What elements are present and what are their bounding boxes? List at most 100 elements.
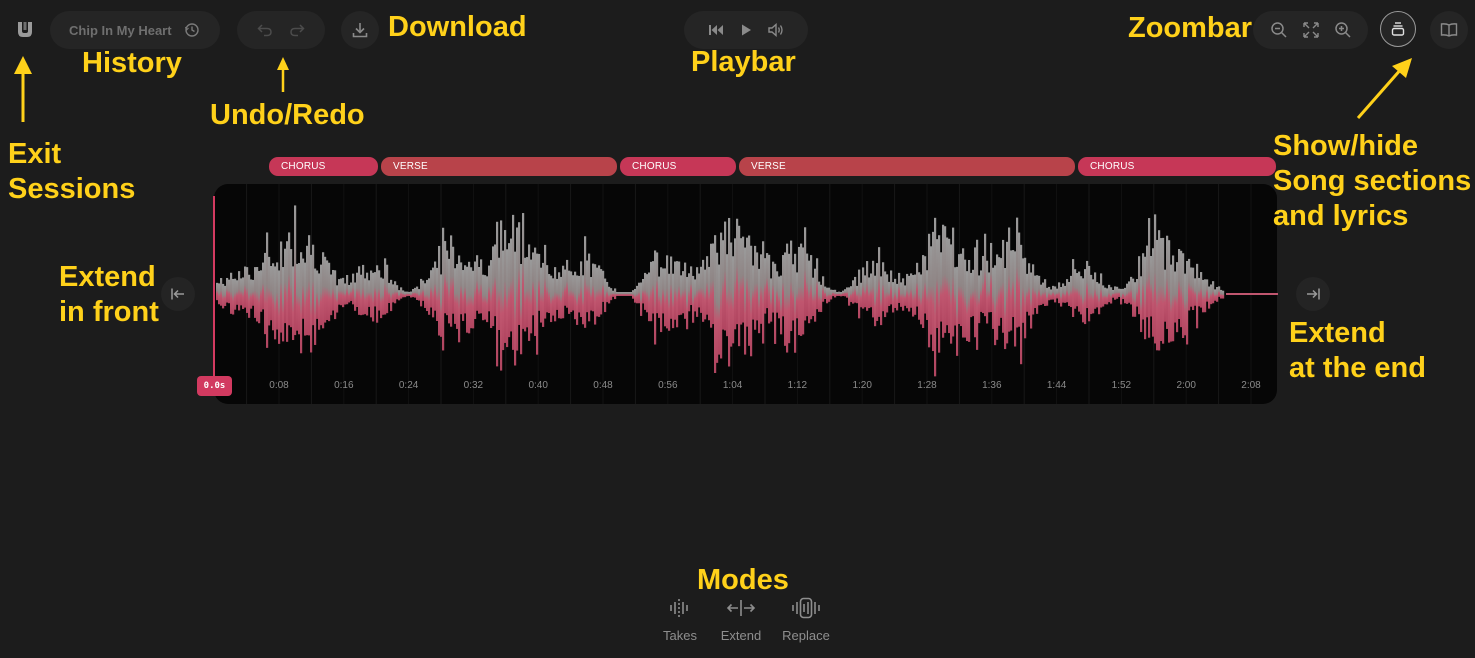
section-chip[interactable]: CHORUS [620, 157, 736, 176]
time-tick-label: 0:08 [269, 380, 289, 391]
waveform-sample [376, 265, 379, 323]
sections-toggle-button[interactable] [1380, 11, 1416, 47]
waveform-sample [960, 253, 963, 327]
waveform-sample [1094, 272, 1097, 309]
waveform-sample [1186, 260, 1189, 345]
skip-back-icon[interactable] [708, 23, 724, 37]
waveform-sample [1102, 285, 1105, 307]
exit-sessions-logo[interactable] [14, 19, 36, 41]
waveform-sample [298, 263, 301, 335]
waveform-sample [552, 278, 555, 316]
waveform-sample [364, 278, 367, 315]
zoom-in-icon[interactable] [1334, 21, 1352, 39]
waveform-sample [544, 244, 547, 319]
waveform-sample [1036, 275, 1039, 314]
extend-end-button[interactable] [1296, 277, 1330, 311]
waveform-panel[interactable]: 0:08 0:16 0:24 0:32 0:40 0:48 0:56 1:04 1:12 1:20… [214, 184, 1277, 404]
waveform-sample [1088, 265, 1091, 322]
waveform-sample [624, 292, 627, 296]
waveform-sample [390, 279, 393, 312]
play-icon[interactable] [740, 23, 752, 37]
waveform-sample [492, 246, 495, 327]
mode-extend[interactable]: Extend [715, 597, 767, 643]
annotation-history: History [82, 47, 182, 79]
waveform-sample [278, 270, 281, 344]
waveform-sample [952, 227, 955, 337]
waveform-sample [1002, 239, 1005, 333]
waveform-sample [230, 272, 233, 314]
waveform-sample [1150, 255, 1153, 317]
playhead-badge[interactable]: 0.0s [197, 376, 232, 396]
waveform-sample [420, 278, 423, 307]
waveform-sample [1024, 257, 1027, 339]
waveform-sample [660, 267, 663, 333]
waveform-sample [870, 273, 873, 308]
redo-icon[interactable] [288, 21, 306, 39]
waveform-sample [306, 245, 309, 336]
annotation-extend-end: Extend at the end [1289, 317, 1426, 384]
volume-icon[interactable] [768, 23, 784, 37]
waveform-sample [568, 270, 571, 314]
waveform-sample [392, 284, 395, 303]
waveform-sample [1058, 282, 1061, 304]
waveform-sample [820, 284, 823, 313]
waveform-sample [736, 218, 739, 325]
waveform-sample [216, 282, 219, 301]
waveform-sample [1196, 263, 1199, 329]
waveform-sample [348, 284, 351, 303]
waveform-sample [490, 260, 493, 329]
playhead-line[interactable] [213, 196, 215, 382]
extend-front-button[interactable] [161, 277, 195, 311]
undo-icon[interactable] [256, 21, 274, 39]
time-tick-label: 0:16 [334, 380, 354, 391]
waveform-sample [272, 263, 275, 331]
waveform-sample [990, 242, 993, 313]
waveform-sample [710, 243, 713, 328]
zoom-out-icon[interactable] [1270, 21, 1288, 39]
lyrics-book-button[interactable] [1430, 11, 1468, 49]
waveform-sample [680, 275, 683, 315]
waveform-sample [636, 285, 639, 304]
waveform-sample [404, 291, 407, 298]
waveform-sample [360, 274, 363, 316]
download-button[interactable] [341, 11, 379, 49]
waveform-sample [978, 275, 981, 324]
section-label: CHORUS [281, 161, 326, 172]
history-pill[interactable]: Chip In My Heart [50, 11, 220, 49]
waveform-sample [1082, 278, 1085, 323]
waveform-sample [948, 238, 951, 334]
waveform-sample [286, 241, 289, 342]
time-tick-label: 1:52 [1111, 380, 1132, 391]
waveform-sample [834, 289, 837, 298]
section-chip[interactable]: VERSE [739, 157, 1075, 176]
mode-label: Extend [720, 628, 762, 643]
waveform-sample [1214, 289, 1217, 301]
waveform-sample [1008, 227, 1011, 332]
waveform-sample [804, 227, 807, 321]
waveform-sample [800, 243, 803, 336]
waveform-sample [954, 267, 957, 326]
waveform-sample [770, 278, 773, 322]
waveform-sample [1164, 269, 1167, 322]
waveform-sample [1030, 272, 1033, 329]
history-icon[interactable] [184, 22, 200, 38]
waveform-sample [598, 265, 601, 317]
fit-to-screen-icon[interactable] [1302, 21, 1320, 39]
section-chip[interactable]: CHORUS [269, 157, 378, 176]
waveform-sample [340, 278, 343, 306]
zoombar [1253, 11, 1368, 49]
waveform-sample [1208, 286, 1211, 309]
waveform-sample [688, 273, 691, 312]
waveform-sample [1168, 240, 1171, 343]
waveform-sample [868, 277, 871, 309]
mode-replace[interactable]: Replace [778, 597, 834, 643]
section-chip[interactable]: VERSE [381, 157, 617, 176]
waveform-sample [302, 258, 305, 319]
waveform-sample [1084, 269, 1087, 325]
waveform-sample [738, 225, 741, 347]
mode-takes[interactable]: Takes [656, 597, 704, 643]
section-chip[interactable]: CHORUS [1078, 157, 1276, 176]
waveform-sample [400, 287, 403, 299]
waveform-sample [1132, 278, 1135, 317]
waveform-sample [440, 274, 443, 337]
